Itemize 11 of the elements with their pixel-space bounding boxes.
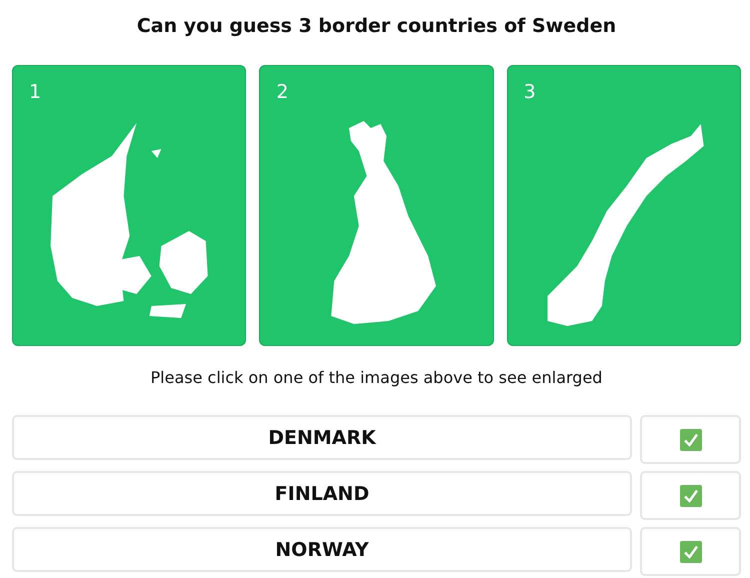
card-number: 2 <box>276 81 288 103</box>
hint-text: Please click on one of the images above to see enlarged <box>150 368 604 389</box>
quiz-title: Can you guess 3 border countries of Sweden <box>136 15 618 39</box>
answer-button[interactable]: NORWAY <box>12 527 632 572</box>
card-number: 1 <box>29 81 42 103</box>
card-number: 3 <box>524 81 536 103</box>
checked-checkbox[interactable] <box>680 428 702 450</box>
checked-checkbox[interactable] <box>680 484 702 506</box>
checked-checkbox[interactable] <box>680 540 702 562</box>
answer-button[interactable]: FINLAND <box>12 471 632 516</box>
answer-button[interactable]: DENMARK <box>12 415 632 460</box>
